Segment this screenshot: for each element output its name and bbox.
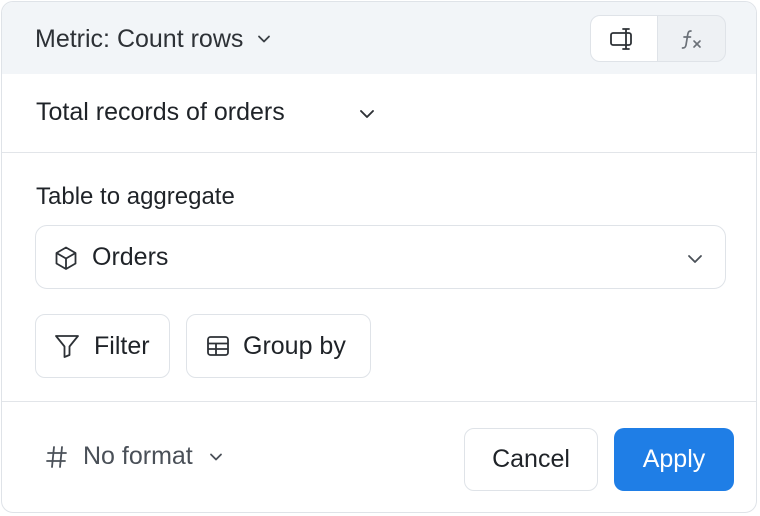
table-select[interactable]: Orders [35, 225, 726, 289]
cube-icon [55, 246, 77, 270]
visual-builder-icon [610, 27, 632, 50]
filter-label: Filter [94, 331, 150, 360]
chevron-down-icon[interactable] [356, 104, 378, 124]
selected-table-value: Orders [92, 243, 169, 271]
formula-mode-button[interactable] [658, 16, 725, 61]
format-dropdown[interactable]: No format [45, 442, 225, 471]
group-by-label: Group by [243, 331, 346, 360]
group-by-button[interactable]: Group by [186, 314, 371, 378]
view-mode-toggle [590, 15, 726, 62]
hash-icon [46, 445, 67, 468]
table-section-label: Table to aggregate [36, 183, 235, 210]
metric-editor-panel: Metric: Count rows Total records of orde… [1, 1, 757, 513]
editor-footer: No format Cancel Apply [2, 401, 756, 512]
filter-icon [55, 335, 79, 358]
metric-type-label: Metric: Count rows [35, 24, 244, 53]
metric-name[interactable]: Total records of orders [36, 98, 285, 127]
metric-header: Metric: Count rows [2, 2, 756, 74]
cancel-button[interactable]: Cancel [464, 428, 598, 491]
chevron-down-icon [209, 453, 222, 460]
table-grid-icon [207, 336, 229, 356]
visual-mode-button[interactable] [591, 16, 658, 61]
chevron-down-icon [688, 255, 702, 263]
format-label: No format [83, 442, 193, 470]
apply-button[interactable]: Apply [614, 428, 734, 491]
function-icon [681, 29, 701, 49]
metric-name-row: Total records of orders [2, 74, 756, 153]
filter-button[interactable]: Filter [35, 314, 170, 378]
chevron-down-icon [258, 35, 271, 43]
metric-type-dropdown[interactable]: Metric: Count rows [35, 24, 273, 54]
